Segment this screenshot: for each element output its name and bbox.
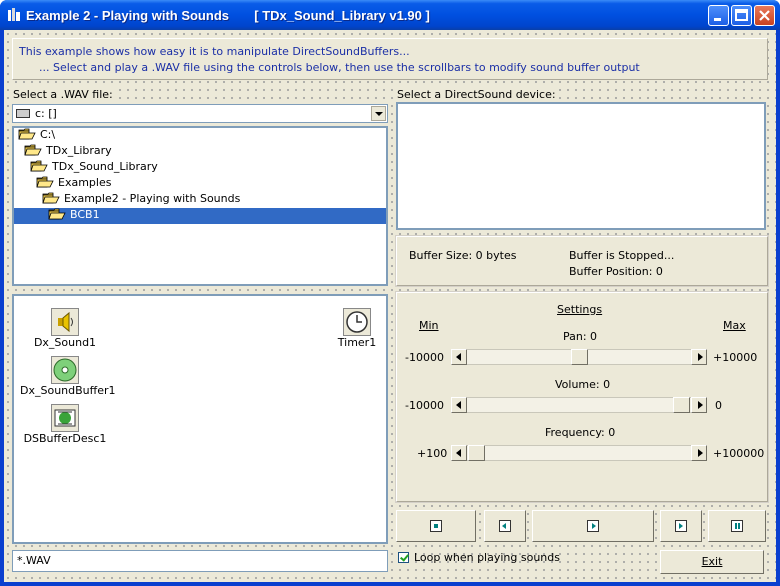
frequency-min: +100 (417, 447, 448, 460)
pan-label: Pan: 0 (563, 330, 598, 343)
file-filter-combo[interactable]: *.WAV (12, 550, 388, 572)
tree-item-label: TDx_Library (46, 144, 112, 157)
tree-item[interactable]: C:\ (18, 128, 57, 144)
maximize-icon (735, 9, 748, 21)
close-icon (759, 10, 770, 21)
component-dsbufferdesc[interactable]: DSBufferDesc1 (20, 404, 110, 445)
folder-open-icon (30, 160, 48, 172)
maximize-button[interactable] (731, 5, 752, 26)
frequency-max: +100000 (713, 447, 765, 460)
volume-slider[interactable] (451, 397, 707, 413)
tree-item[interactable]: TDx_Sound_Library (30, 160, 160, 176)
drive-icon (16, 109, 30, 118)
clock-icon (343, 308, 371, 336)
frequency-label: Frequency: 0 (545, 426, 616, 439)
volume-min: -10000 (405, 399, 444, 412)
pan-thumb[interactable] (571, 349, 588, 365)
buffer-size: Buffer Size: 0 bytes (409, 249, 517, 262)
pause-icon (731, 520, 743, 532)
wav-file-label: Select a .WAV file: (12, 88, 114, 101)
max-header: Max (723, 319, 746, 332)
loop-label[interactable]: Loop when playing sounds (414, 551, 560, 564)
window-title: Example 2 - Playing with Sounds [ TDx_So… (26, 8, 430, 23)
filter-value: *.WAV (17, 554, 51, 567)
drive-combo[interactable]: c: [] (12, 104, 388, 123)
buffer-info-panel: Buffer Size: 0 bytes Buffer is Stopped..… (395, 235, 769, 287)
tree-item-label: Examples (58, 176, 112, 189)
frequency-thumb[interactable] (468, 445, 485, 461)
speaker-icon (51, 308, 79, 336)
client-area: This example shows how easy it is to man… (4, 30, 776, 582)
info-panel: This example shows how easy it is to man… (12, 38, 768, 80)
tree-item-label: BCB1 (70, 208, 100, 221)
close-button[interactable] (754, 5, 775, 26)
tree-item[interactable]: Examples (36, 176, 113, 192)
volume-thumb[interactable] (673, 397, 690, 413)
rewind-icon (499, 520, 511, 532)
component-label: Timer1 (337, 336, 377, 349)
exit-label: Exit (701, 555, 723, 568)
stop-icon (430, 520, 442, 532)
frequency-slider[interactable] (451, 445, 707, 461)
folder-open-icon (24, 144, 42, 156)
component-timer[interactable]: Timer1 (332, 308, 382, 349)
fast-forward-icon (675, 520, 687, 532)
title-bar[interactable]: Example 2 - Playing with Sounds [ TDx_So… (0, 0, 780, 30)
tree-item[interactable]: TDx_Library (24, 144, 114, 160)
tree-item-label: Example2 - Playing with Sounds (64, 192, 241, 205)
pause-button[interactable] (708, 510, 766, 542)
drive-value: c: [] (35, 107, 57, 120)
minimize-icon (714, 18, 721, 21)
pan-min: -10000 (405, 351, 444, 364)
device-list[interactable] (396, 102, 766, 230)
pan-max: +10000 (713, 351, 758, 364)
rewind-button[interactable] (484, 510, 526, 542)
settings-title: Settings (557, 303, 603, 316)
app-window: Example 2 - Playing with Sounds [ TDx_So… (0, 0, 780, 586)
play-button[interactable] (532, 510, 654, 542)
component-dx-soundbuffer[interactable]: Dx_SoundBuffer1 (20, 356, 116, 397)
volume-left-arrow[interactable] (451, 397, 467, 413)
directory-tree[interactable]: C:\ TDx_Library TDx_Sound_Library Examples E… (12, 126, 388, 286)
buffer-state: Buffer is Stopped... (569, 249, 675, 262)
tree-item[interactable]: Example2 - Playing with Sounds (42, 192, 242, 208)
device-label: Select a DirectSound device: (396, 88, 557, 101)
min-header: Min (419, 319, 439, 332)
buffer-position: Buffer Position: 0 (569, 265, 663, 278)
component-label: Dx_SoundBuffer1 (20, 384, 116, 397)
tree-item-label: C:\ (40, 128, 56, 141)
volume-label: Volume: 0 (555, 378, 611, 391)
loop-checkbox[interactable] (398, 552, 409, 563)
stop-button[interactable] (396, 510, 476, 542)
components-area: Dx_Sound1 Dx_SoundBuffer1 DSBufferDesc1 … (12, 294, 388, 544)
play-icon (587, 520, 599, 532)
volume-right-arrow[interactable] (691, 397, 707, 413)
cd-icon (51, 356, 79, 384)
component-dx-sound[interactable]: Dx_Sound1 (20, 308, 110, 349)
folder-open-icon (42, 192, 60, 204)
info-line-1: This example shows how easy it is to man… (19, 45, 410, 58)
frequency-right-arrow[interactable] (691, 445, 707, 461)
minimize-button[interactable] (708, 5, 729, 26)
tree-item-label: TDx_Sound_Library (52, 160, 158, 173)
settings-panel: Settings Min Max Pan: 0 -10000 +10000 Vo… (395, 291, 769, 503)
app-icon (8, 8, 20, 21)
folder-open-icon (36, 176, 54, 188)
pan-left-arrow[interactable] (451, 349, 467, 365)
exit-button[interactable]: Exit (660, 550, 764, 574)
pan-right-arrow[interactable] (691, 349, 707, 365)
folder-open-icon (18, 128, 36, 140)
folder-open-icon (48, 208, 66, 220)
info-line-2: ... Select and play a .WAV file using th… (39, 61, 640, 74)
tree-item[interactable]: BCB1 (48, 208, 102, 224)
pan-slider[interactable] (451, 349, 707, 365)
frequency-left-arrow[interactable] (451, 445, 467, 461)
volume-max: 0 (715, 399, 722, 412)
component-label: DSBufferDesc1 (23, 432, 107, 445)
fast-forward-button[interactable] (660, 510, 702, 542)
component-label: Dx_Sound1 (33, 336, 97, 349)
buffer-desc-icon (51, 404, 79, 432)
chevron-down-icon[interactable] (371, 106, 386, 121)
